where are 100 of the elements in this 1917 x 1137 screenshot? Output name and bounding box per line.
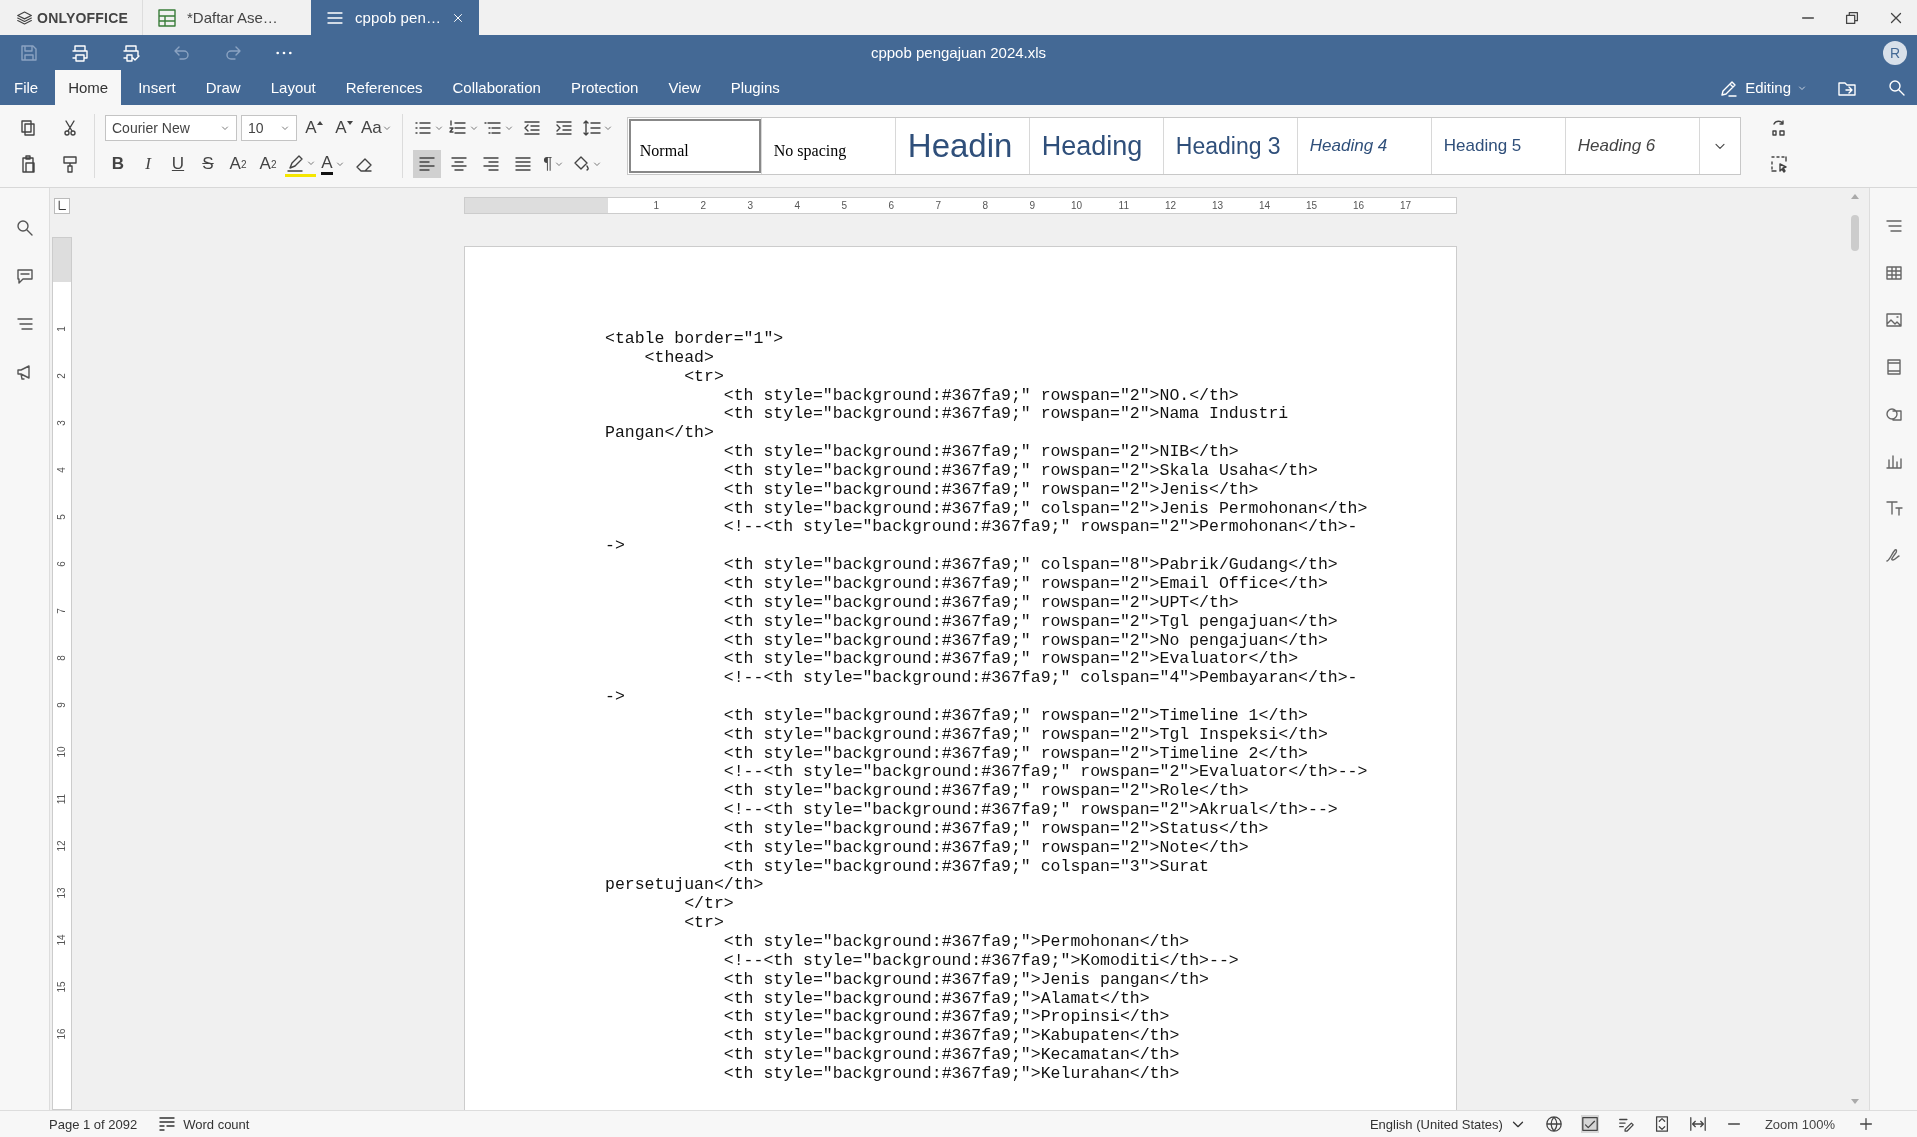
bold-button[interactable]: B [105, 150, 131, 178]
underline-button[interactable]: U [165, 150, 191, 178]
menu-tab[interactable]: View [655, 70, 714, 105]
justify-icon [512, 154, 533, 174]
ruler-number: 8 [57, 655, 67, 661]
code-line: -> [605, 688, 625, 707]
document-title: cppob pengajuan 2024.xls [870, 44, 1047, 61]
search-icon[interactable] [14, 218, 35, 238]
code-line: <!--<th style="background:#367fa9;" rowspan="2">Akrual</th>--> [722, 801, 1338, 820]
document-tab[interactable]: *Daftar Ase… [143, 0, 311, 35]
menu-tab[interactable]: File [14, 70, 52, 105]
italic-button[interactable]: I [135, 150, 161, 178]
scrollbar-thumb[interactable] [1851, 215, 1859, 251]
caret-icon [602, 123, 613, 133]
decrease-font-button[interactable]: A [331, 114, 357, 142]
align-left-button[interactable] [412, 150, 441, 178]
language-button[interactable]: English (United States) [1369, 1115, 1527, 1133]
ruler-margin [53, 238, 71, 282]
font-size-field[interactable]: 10 [241, 115, 297, 141]
ruler-number: 7 [57, 608, 67, 614]
tab-stop-icon[interactable] [54, 198, 70, 214]
style-preset[interactable]: Heading [1029, 118, 1164, 174]
strikethrough-button[interactable]: S [195, 150, 221, 178]
ruler-number: 1 [57, 326, 67, 332]
menu-tab[interactable]: Insert [125, 70, 189, 105]
style-preset[interactable]: Normal [627, 118, 762, 174]
style-preset[interactable]: Heading 5 [1431, 118, 1566, 174]
search-icon[interactable] [1887, 77, 1907, 98]
code-line: <th style="background:#367fa9;">Jenis pangan</th> [722, 970, 1209, 990]
caret-icon [554, 159, 565, 169]
page-indicator: Page 1 of 2092 [49, 1116, 138, 1132]
image-icon[interactable] [1883, 310, 1904, 330]
change-case-button[interactable]: Aa [361, 114, 392, 142]
code-line: <thead> [643, 348, 714, 368]
style-preset[interactable]: Heading 4 [1297, 118, 1432, 174]
increase-font-button[interactable]: A [301, 114, 327, 142]
menu-tab[interactable]: References [332, 70, 436, 105]
code-line: <!--<th style="background:#367fa9;" rowspan="2">Evaluator</th>--> [722, 763, 1368, 783]
code-line: <th style="background:#367fa9;" rowspan="2">Role</th> [722, 782, 1249, 802]
ruler-number: 4 [794, 200, 800, 211]
code-line: <table border="1"> [605, 330, 784, 349]
ruler-number: 7 [935, 200, 941, 211]
font-color-button[interactable]: A [320, 150, 346, 178]
ruler-number: 12 [1164, 200, 1176, 211]
code-line: </tr> [683, 895, 734, 915]
code-line: <th style="background:#367fa9;">Kecamatan</th> [722, 1046, 1180, 1065]
code-line: <!--<th style="background:#367fa9;">Komoditi</th>--> [722, 951, 1239, 971]
font-name-field[interactable]: Courier New [105, 115, 237, 141]
editing-mode-button[interactable]: Editing [1719, 77, 1807, 98]
code-line: <!--<th style="background:#367fa9;" rowspan="2">Permohonan</th>- [722, 518, 1358, 538]
word-count-icon [157, 1114, 178, 1134]
menu-tab[interactable]: Home [55, 70, 122, 105]
ruler-number: 1 [653, 200, 659, 211]
code-line: <th style="background:#367fa9;" colspan="3">Surat [722, 857, 1209, 877]
spreadsheet-icon [157, 7, 177, 28]
menu-tab[interactable]: Protection [557, 70, 652, 105]
spell-check-icon[interactable] [1580, 1115, 1599, 1133]
caret-icon [503, 123, 514, 133]
text-art-icon[interactable] [1883, 498, 1904, 518]
caret-icon [280, 123, 290, 133]
style-preset[interactable]: Heading 6 [1565, 118, 1700, 174]
globe-icon[interactable] [1544, 1115, 1563, 1133]
ruler-number: 8 [982, 200, 988, 211]
style-preset[interactable]: No spacing [761, 118, 896, 174]
ruler-number: 5 [57, 514, 67, 520]
nonprinting-characters-button[interactable]: ¶ [540, 150, 567, 178]
logo-icon [16, 8, 34, 27]
zoom-in-icon[interactable] [1857, 1115, 1875, 1133]
code-line: <th style="background:#367fa9;" rowspan="2">Skala Usaha</th> [722, 461, 1318, 481]
code-line: <th style="background:#367fa9;" rowspan="2">NIB</th> [722, 443, 1239, 462]
style-preset[interactable]: Heading 3 [1163, 118, 1298, 174]
code-line: <th style="background:#367fa9;" rowspan="2">Nama Industri [722, 405, 1289, 425]
print-icon [70, 42, 90, 63]
code-line: Pangan</th> [605, 424, 714, 444]
code-line: <th style="background:#367fa9;">Alamat</th> [722, 989, 1150, 1009]
code-line: -> [605, 537, 625, 557]
ruler-number: 10 [1070, 200, 1082, 211]
ruler-number: 11 [1118, 200, 1129, 211]
code-line: <th style="background:#367fa9;" colspan="8">Pabrik/Gudang</th> [722, 556, 1338, 575]
menu-tab[interactable]: Draw [192, 70, 254, 105]
user-avatar[interactable]: R [1883, 40, 1907, 65]
word-count-button[interactable]: Word count [157, 1114, 250, 1134]
comment-icon[interactable] [14, 266, 35, 286]
style-preset[interactable]: Headin [895, 118, 1030, 174]
code-line: <th style="background:#367fa9;" rowspan="2">NO.</th> [722, 386, 1239, 406]
ruler-number: 13 [1211, 200, 1223, 211]
code-line: <th style="background:#367fa9;" rowspan="2">Tgl pengajuan</th> [722, 612, 1338, 632]
fit-width-icon[interactable] [1688, 1115, 1707, 1133]
decrease-indent-icon [521, 118, 542, 138]
caret-icon [381, 123, 392, 133]
code-line: <th style="background:#367fa9;" rowspan="2">No pengajuan</th> [722, 631, 1328, 651]
code-line: <th style="background:#367fa9;" rowspan="2">Note</th> [722, 838, 1249, 858]
table-icon[interactable] [1883, 263, 1904, 283]
menu-tab[interactable]: Plugins [717, 70, 793, 105]
menu-tab[interactable]: Layout [257, 70, 329, 105]
document-tab[interactable]: cppob pen… [311, 0, 479, 35]
menu-tab[interactable]: Collaboration [439, 70, 554, 105]
caret-icon [591, 159, 602, 169]
ruler-number: 4 [57, 467, 67, 473]
code-line: <th style="background:#367fa9;" rowspan="2">Email Office</th> [722, 574, 1328, 594]
